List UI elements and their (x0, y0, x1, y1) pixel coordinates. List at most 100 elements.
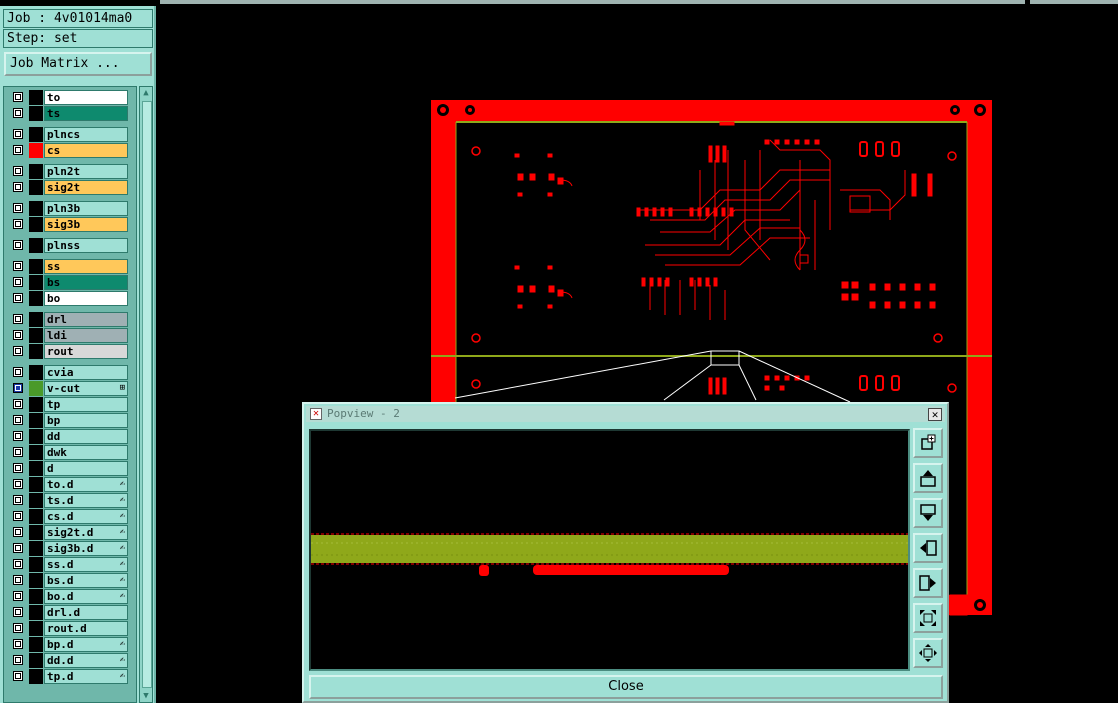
layer-color-swatch[interactable] (29, 217, 43, 232)
layer-color-swatch[interactable] (29, 509, 43, 524)
layer-name[interactable]: pln3b (44, 201, 128, 216)
layer-color-swatch[interactable] (29, 541, 43, 556)
job-matrix-button[interactable]: Job Matrix ... (4, 52, 152, 76)
layer-checkbox[interactable] (13, 527, 23, 537)
layer-name[interactable]: plnss (44, 238, 128, 253)
layer-row-d[interactable]: d (10, 461, 128, 476)
layer-name[interactable]: drl (44, 312, 128, 327)
layer-row-drl-d[interactable]: drl.d (10, 605, 128, 620)
layer-row-bp-d[interactable]: bp.d ✍ (10, 637, 128, 652)
layer-checkbox[interactable] (13, 511, 23, 521)
layer-checkbox[interactable] (13, 182, 23, 192)
layer-list-scrollbar[interactable]: ▲ ▼ (139, 86, 153, 703)
layer-checkbox[interactable] (13, 543, 23, 553)
layer-row-tp[interactable]: tp (10, 397, 128, 412)
popview-titlebar[interactable]: ✕ Popview - 2 ✕ (306, 406, 945, 422)
scroll-up-arrow-icon[interactable]: ▲ (141, 88, 151, 98)
layer-checkbox[interactable] (13, 203, 23, 213)
layer-checkbox[interactable] (13, 108, 23, 118)
layer-color-swatch[interactable] (29, 259, 43, 274)
layer-checkbox[interactable] (13, 383, 23, 393)
layer-row-cvia[interactable]: cvia (10, 365, 128, 380)
layer-checkbox[interactable] (13, 92, 23, 102)
layer-name[interactable]: bp (44, 413, 128, 428)
layer-row-bp[interactable]: bp (10, 413, 128, 428)
pan-down-icon[interactable] (913, 498, 943, 528)
layer-checkbox[interactable] (13, 240, 23, 250)
layer-color-swatch[interactable] (29, 653, 43, 668)
layer-row-drl[interactable]: drl (10, 312, 128, 327)
layer-color-swatch[interactable] (29, 461, 43, 476)
layer-color-swatch[interactable] (29, 621, 43, 636)
layer-row-sig2t[interactable]: sig2t (10, 180, 128, 195)
layer-row-bo-d[interactable]: bo.d ✍ (10, 589, 128, 604)
layer-name[interactable]: sig3b (44, 217, 128, 232)
layer-name[interactable]: pln2t (44, 164, 128, 179)
layer-name[interactable]: ts.d (44, 493, 128, 508)
layer-name[interactable]: rout.d (44, 621, 128, 636)
layer-row-rout[interactable]: rout (10, 344, 128, 359)
layer-row-pln3b[interactable]: pln3b (10, 201, 128, 216)
window-menu-icon[interactable]: ✕ (310, 408, 322, 420)
layer-name[interactable]: d (44, 461, 128, 476)
layer-row-sig2t-d[interactable]: sig2t.d ✍ (10, 525, 128, 540)
layer-row-v-cut[interactable]: v-cut ⊞ (10, 381, 128, 396)
layer-checkbox[interactable] (13, 575, 23, 585)
layer-name[interactable]: bo.d (44, 589, 128, 604)
layer-row-sig3b-d[interactable]: sig3b.d ✍ (10, 541, 128, 556)
layer-name[interactable]: tp.d (44, 669, 128, 684)
layer-color-swatch[interactable] (29, 291, 43, 306)
layer-name[interactable]: bo (44, 291, 128, 306)
layer-name[interactable]: cs (44, 143, 128, 158)
layer-name[interactable]: dd.d (44, 653, 128, 668)
layer-row-ts[interactable]: ts (10, 106, 128, 121)
layer-color-swatch[interactable] (29, 344, 43, 359)
layer-checkbox[interactable] (13, 479, 23, 489)
layer-name[interactable]: sig2t (44, 180, 128, 195)
layer-row-ts-d[interactable]: ts.d ✍ (10, 493, 128, 508)
layer-color-swatch[interactable] (29, 381, 43, 396)
layer-name[interactable]: sig3b.d (44, 541, 128, 556)
layer-color-swatch[interactable] (29, 312, 43, 327)
scroll-down-arrow-icon[interactable]: ▼ (141, 691, 151, 701)
layer-name[interactable]: bp.d (44, 637, 128, 652)
layer-name[interactable]: tp (44, 397, 128, 412)
layer-row-to-d[interactable]: to.d ✍ (10, 477, 128, 492)
layer-name[interactable]: bs.d (44, 573, 128, 588)
layer-row-to[interactable]: to (10, 90, 128, 105)
layer-row-sig3b[interactable]: sig3b (10, 217, 128, 232)
zoom-fit-icon[interactable] (913, 603, 943, 633)
layer-color-swatch[interactable] (29, 143, 43, 158)
layer-checkbox[interactable] (13, 145, 23, 155)
layer-checkbox[interactable] (13, 166, 23, 176)
layer-checkbox[interactable] (13, 671, 23, 681)
layer-name[interactable]: ts (44, 106, 128, 121)
layer-color-swatch[interactable] (29, 106, 43, 121)
close-button[interactable]: Close (309, 675, 943, 699)
layer-color-swatch[interactable] (29, 90, 43, 105)
layer-checkbox[interactable] (13, 639, 23, 649)
layer-checkbox[interactable] (13, 293, 23, 303)
layer-color-swatch[interactable] (29, 493, 43, 508)
layer-checkbox[interactable] (13, 415, 23, 425)
layer-color-swatch[interactable] (29, 605, 43, 620)
layer-color-swatch[interactable] (29, 573, 43, 588)
layer-row-cs-d[interactable]: cs.d ✍ (10, 509, 128, 524)
layer-name[interactable]: cs.d (44, 509, 128, 524)
pan-up-icon[interactable] (913, 463, 943, 493)
layer-row-pln2t[interactable]: pln2t (10, 164, 128, 179)
layer-checkbox[interactable] (13, 607, 23, 617)
zoom-area-icon[interactable] (913, 428, 943, 458)
layer-checkbox[interactable] (13, 367, 23, 377)
layer-color-swatch[interactable] (29, 201, 43, 216)
layer-row-bs[interactable]: bs (10, 275, 128, 290)
layer-checkbox[interactable] (13, 655, 23, 665)
pan-left-icon[interactable] (913, 533, 943, 563)
layer-color-swatch[interactable] (29, 557, 43, 572)
layer-checkbox[interactable] (13, 346, 23, 356)
layer-color-swatch[interactable] (29, 365, 43, 380)
layer-checkbox[interactable] (13, 431, 23, 441)
layer-checkbox[interactable] (13, 261, 23, 271)
layer-color-swatch[interactable] (29, 397, 43, 412)
layer-row-dd[interactable]: dd (10, 429, 128, 444)
